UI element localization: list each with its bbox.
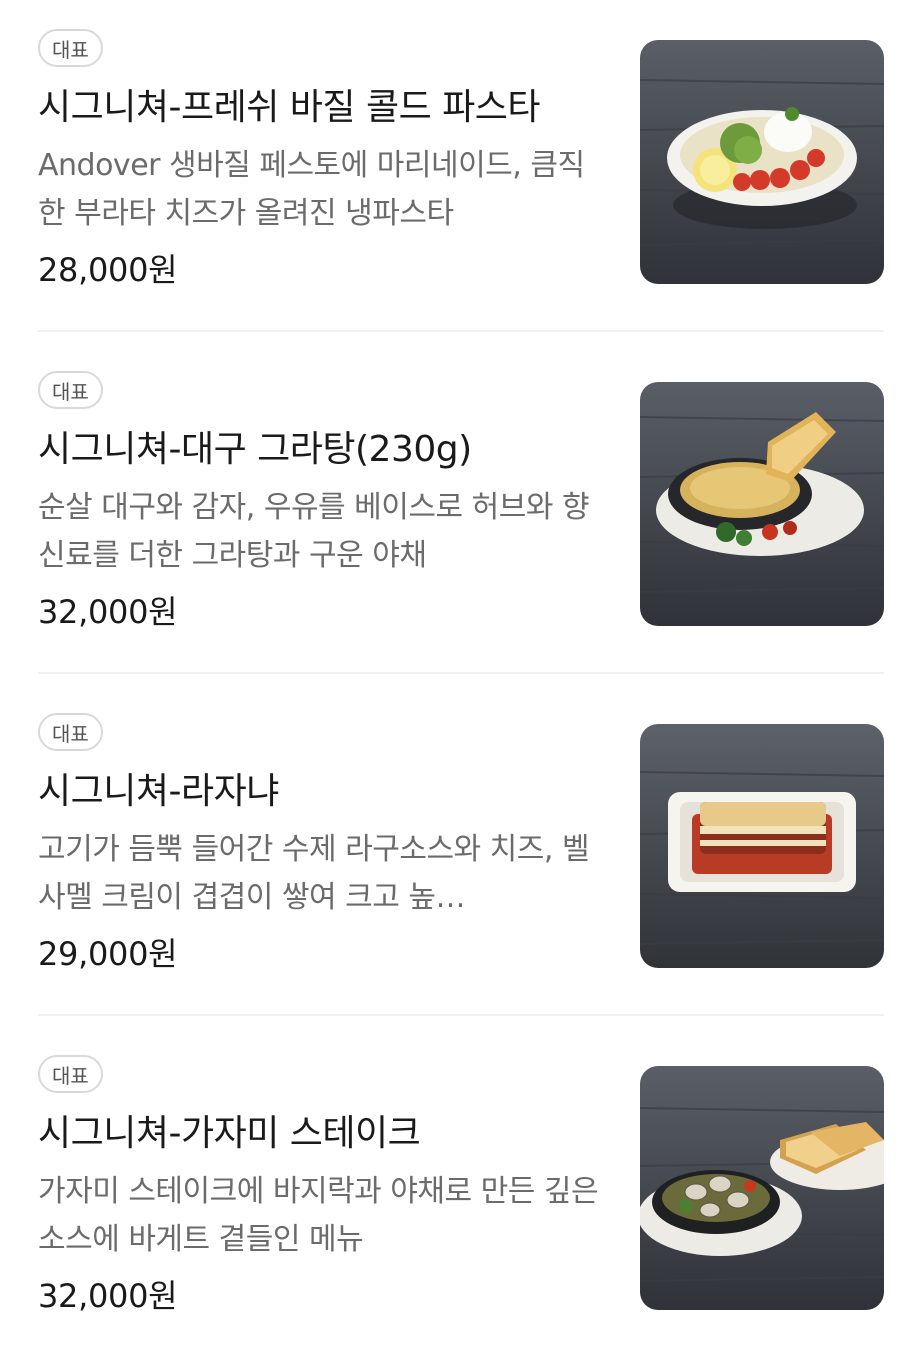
menu-item-title: 시그니쳐-대구 그라탕(230g) bbox=[38, 429, 472, 470]
menu-item-price: 28,000원 bbox=[38, 251, 178, 289]
signature-badge: 대표 bbox=[38, 371, 103, 409]
menu-item-price: 32,000원 bbox=[38, 593, 178, 631]
cod-gratin-dish-icon[interactable] bbox=[640, 382, 884, 626]
signature-badge: 대표 bbox=[38, 713, 103, 751]
signature-badge: 대표 bbox=[38, 29, 103, 67]
cold-pasta-dish-icon[interactable] bbox=[640, 40, 884, 284]
menu-item[interactable]: 대표 시그니쳐-라자냐 고기가 듬뿍 들어간 수제 라구소스와 치즈, 벨사멜 … bbox=[0, 684, 900, 1026]
menu-item-price: 32,000원 bbox=[38, 1277, 178, 1315]
menu-item-title: 시그니쳐-가자미 스테이크 bbox=[38, 1113, 421, 1154]
menu-item[interactable]: 대표 시그니쳐-프레쉬 바질 콜드 파스타 Andover 생바질 페스토에 마… bbox=[0, 0, 900, 342]
menu-item-description: 고기가 듬뿍 들어간 수제 라구소스와 치즈, 벨사멜 크림이 겹겹이 쌓여 크… bbox=[38, 832, 590, 915]
menu-item-description: 가자미 스테이크에 바지락과 야채로 만든 깊은 소스에 바게트 곁들인 메뉴 bbox=[38, 1174, 599, 1257]
menu-item-description: Andover 생바질 페스토에 마리네이드, 큼직한 부라타 치즈가 올려진 … bbox=[38, 148, 585, 231]
divider bbox=[38, 672, 884, 674]
signature-badge: 대표 bbox=[38, 1055, 103, 1093]
divider bbox=[38, 1014, 884, 1016]
flatfish-steak-dish-icon[interactable] bbox=[640, 1066, 884, 1310]
lasagna-dish-icon[interactable] bbox=[640, 724, 884, 968]
menu-item-title: 시그니쳐-프레쉬 바질 콜드 파스타 bbox=[38, 87, 541, 128]
menu-item-title: 시그니쳐-라자냐 bbox=[38, 771, 279, 812]
menu-item[interactable]: 대표 시그니쳐-대구 그라탕(230g) 순살 대구와 감자, 우유를 베이스로… bbox=[0, 342, 900, 684]
divider bbox=[38, 330, 884, 332]
menu-item-price: 29,000원 bbox=[38, 935, 178, 973]
menu-item-description: 순살 대구와 감자, 우유를 베이스로 허브와 향신료를 더한 그라탕과 구운 … bbox=[38, 490, 590, 573]
menu-item[interactable]: 대표 시그니쳐-가자미 스테이크 가자미 스테이크에 바지락과 야채로 만든 깊… bbox=[0, 1026, 900, 1368]
